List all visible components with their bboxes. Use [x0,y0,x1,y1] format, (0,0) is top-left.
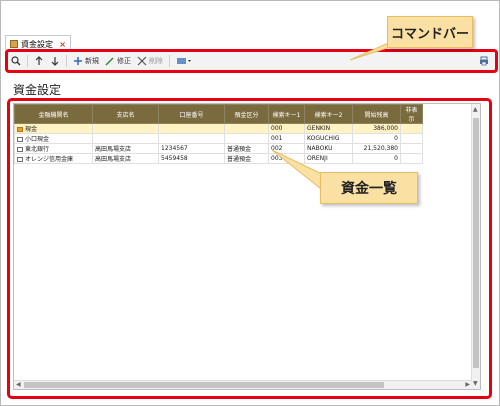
callout-pointers [271,39,413,198]
command-bar-callout: コマンドバー [387,16,473,48]
fund-list-callout: 資金一覧 [320,172,418,204]
